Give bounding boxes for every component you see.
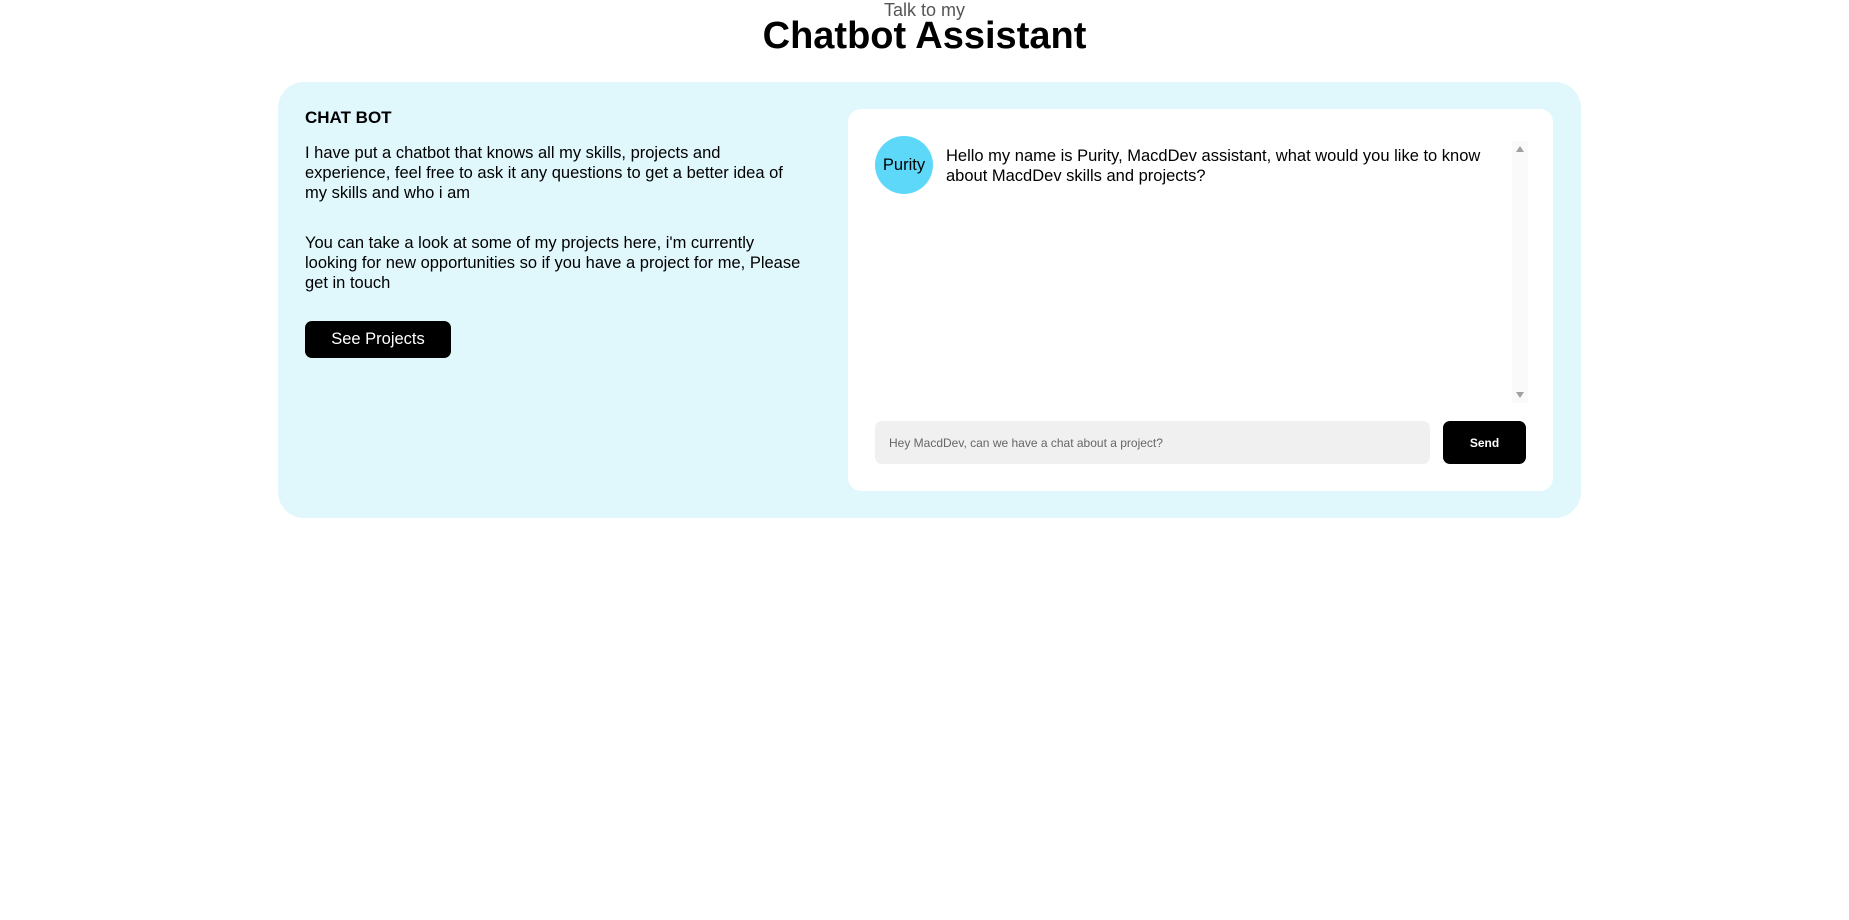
intro-section: CHAT BOT I have put a chatbot that knows… [305, 107, 805, 358]
scroll-up-icon[interactable] [1516, 146, 1524, 152]
send-button[interactable]: Send [1443, 421, 1526, 464]
chatbot-panel: CHAT BOT I have put a chatbot that knows… [278, 82, 1581, 518]
see-projects-button[interactable]: See Projects [305, 321, 451, 358]
bot-name: Purity [882, 155, 926, 174]
intro-paragraph-2: You can take a look at some of my projec… [305, 234, 801, 292]
intro-heading: CHAT BOT [305, 108, 392, 127]
chat-scrollbar[interactable] [1512, 141, 1528, 403]
bot-message: Hello my name is Purity, MacdDev assista… [946, 147, 1481, 185]
intro-paragraph-1: I have put a chatbot that knows all my s… [305, 144, 783, 202]
scroll-down-icon[interactable] [1516, 392, 1524, 398]
chat-window: Purity Hello my name is Purity, MacdDev … [848, 109, 1553, 491]
page-title: Chatbot Assistant [762, 15, 1087, 57]
bot-avatar: Purity [875, 136, 933, 194]
message-input[interactable] [875, 421, 1430, 464]
